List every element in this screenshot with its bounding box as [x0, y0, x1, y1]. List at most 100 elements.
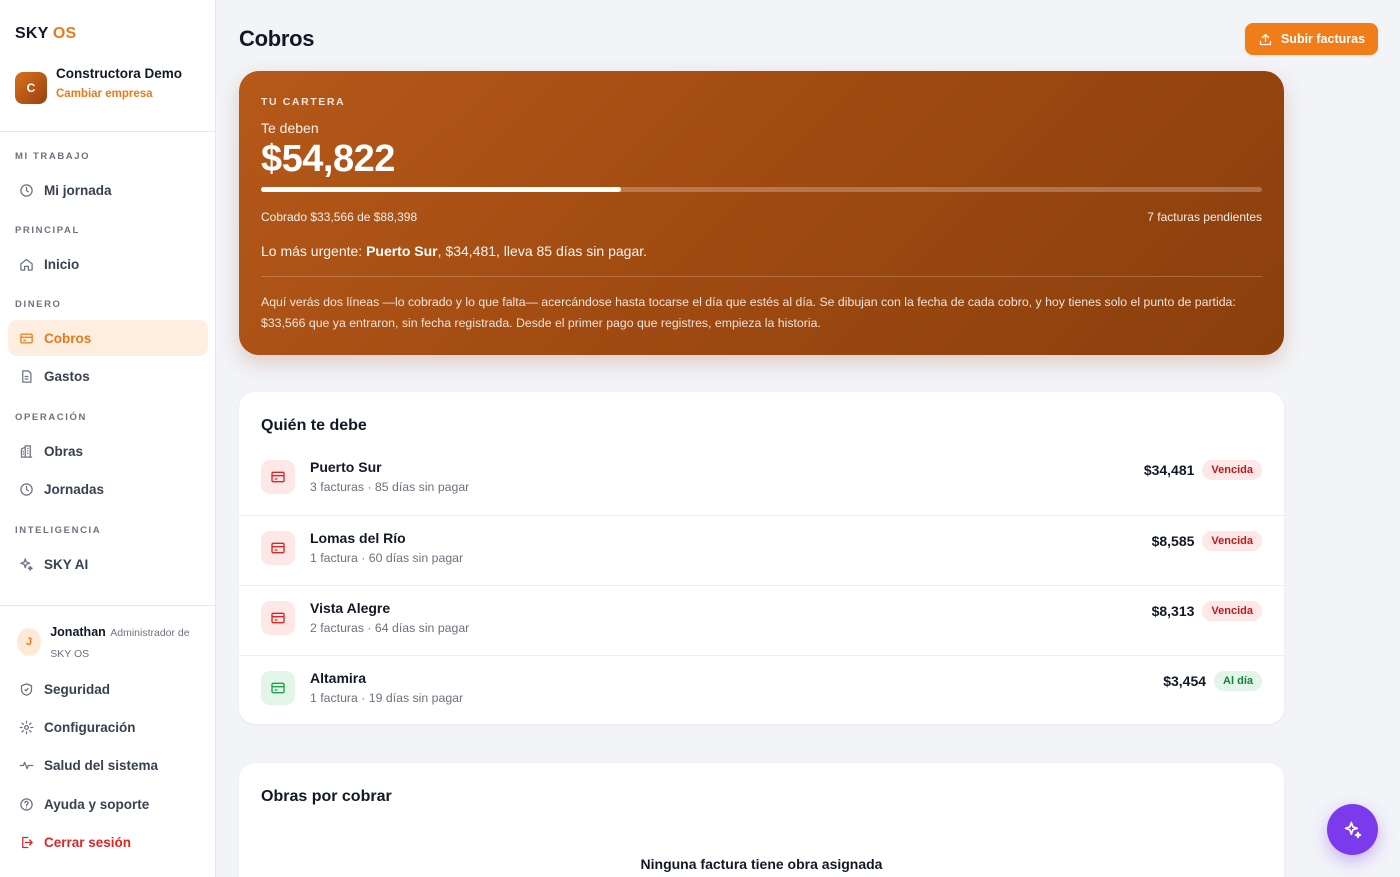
sidebar-item-label: Inicio — [44, 256, 80, 272]
section-label-mi-trabajo: MI TRABAJO — [15, 151, 91, 162]
table-row[interactable]: Lomas del Río 1 factura · 60 días sin pa… — [239, 515, 1284, 585]
sidebar-item-label: Gastos — [44, 368, 90, 384]
sidebar-item-label: Cerrar sesión — [44, 834, 132, 850]
debtors-title: Quién te debe — [261, 417, 367, 434]
client-amount: $8,585 — [1151, 533, 1195, 549]
sidebar-item-label: SKY AI — [44, 556, 89, 572]
debtors-card: Quién te debe Puerto Sur 3 facturas · 85… — [239, 392, 1284, 724]
sidebar-item-label: Mi jornada — [44, 182, 112, 198]
client-meta: 3 facturas · 85 días sin pagar — [310, 480, 470, 494]
home-icon — [18, 256, 34, 272]
status-badge: Al día — [1214, 671, 1262, 691]
sidebar-divider — [0, 605, 216, 606]
ai-assistant-button[interactable] — [1327, 804, 1378, 855]
card-icon — [261, 531, 295, 565]
portfolio-summary-card: TU CARTERA Te deben $54,822 Cobrado $33,… — [239, 71, 1284, 355]
sidebar: SKY OS C Constructora Demo Cambiar empre… — [0, 0, 216, 877]
sidebar-item-label: Seguridad — [44, 681, 111, 697]
status-badge: Vencida — [1202, 460, 1262, 480]
sidebar-item-label: Salud del sistema — [44, 758, 159, 774]
sidebar-item-label: Jornadas — [44, 481, 105, 497]
sidebar-item-label: Configuración — [44, 719, 136, 735]
status-badge: Vencida — [1202, 531, 1262, 551]
building-icon — [18, 443, 34, 459]
section-label-principal: PRINCIPAL — [15, 225, 80, 236]
sidebar-item-configuracion[interactable]: Configuración — [8, 708, 208, 746]
sidebar-item-label: Obras — [44, 443, 84, 459]
sidebar-item-inicio[interactable]: Inicio — [8, 246, 208, 282]
card-icon — [261, 671, 295, 705]
pending-invoices-count: 7 facturas pendientes — [1147, 210, 1262, 224]
brand-logo[interactable]: SKY OS — [15, 25, 76, 43]
sidebar-item-sky-ai[interactable]: SKY AI — [8, 546, 208, 582]
company-switcher[interactable]: C Constructora Demo Cambiar empresa — [15, 62, 182, 104]
logout-icon — [18, 834, 34, 850]
sidebar-item-salud-del-sistema[interactable]: Salud del sistema — [8, 747, 208, 785]
sidebar-item-cobros[interactable]: Cobros — [8, 320, 208, 356]
user-profile[interactable]: J Jonathan Administrador de SKY OS — [17, 622, 207, 664]
card-icon — [261, 460, 295, 494]
clock-icon — [18, 182, 34, 198]
account-nav: Seguridad Configuración Salud del sistem… — [0, 670, 216, 861]
company-avatar: C — [15, 72, 47, 104]
avatar: J — [17, 628, 42, 656]
table-row[interactable]: Vista Alegre 2 facturas · 64 días sin pa… — [239, 585, 1284, 655]
clock-icon — [18, 481, 34, 497]
upload-icon — [1258, 32, 1273, 47]
amount-owed: $54,822 — [261, 138, 395, 180]
sidebar-item-label: Cobros — [44, 330, 92, 346]
table-row[interactable]: Altamira 1 factura · 19 días sin pagar $… — [239, 655, 1284, 725]
empty-state-message: Ninguna factura tiene obra asignada — [640, 856, 883, 872]
sidebar-item-gastos[interactable]: Gastos — [8, 358, 208, 394]
client-amount: $3,454 — [1163, 673, 1207, 689]
sparkle-icon — [1343, 820, 1363, 840]
works-receivable-card: Obras por cobrar Ninguna factura tiene o… — [239, 763, 1284, 877]
upload-invoices-button[interactable]: Subir facturas — [1245, 23, 1378, 55]
most-urgent-client: Puerto Sur — [366, 243, 438, 259]
sidebar-item-jornadas[interactable]: Jornadas — [8, 471, 208, 507]
client-meta: 1 factura · 60 días sin pagar — [310, 551, 464, 565]
section-label-inteligencia: INTELIGENCIA — [15, 525, 102, 536]
works-title: Obras por cobrar — [261, 788, 392, 805]
client-name: Puerto Sur — [310, 459, 382, 475]
collected-summary: Cobrado $33,566 de $88,398 — [261, 210, 418, 224]
hero-divider — [261, 276, 1262, 277]
card-icon — [18, 330, 34, 346]
portfolio-label: TU CARTERA — [261, 96, 346, 108]
shield-icon — [18, 681, 34, 697]
sidebar-item-label: Ayuda y soporte — [44, 796, 150, 812]
upload-invoices-label: Subir facturas — [1280, 32, 1366, 46]
sidebar-divider — [0, 131, 216, 132]
client-amount: $34,481 — [1143, 462, 1195, 478]
client-name: Vista Alegre — [310, 600, 391, 616]
gear-icon — [18, 719, 34, 735]
collection-progress-bar — [261, 187, 1262, 192]
change-company-link[interactable]: Cambiar empresa — [56, 88, 182, 100]
portfolio-subtitle: Te deben — [261, 120, 319, 136]
client-name: Altamira — [310, 670, 367, 686]
chart-explanation-note: Aquí verás dos líneas —lo cobrado y lo q… — [261, 295, 1236, 330]
sidebar-item-cerrar-sesion[interactable]: Cerrar sesión — [8, 823, 208, 861]
section-label-dinero: DINERO — [15, 299, 62, 310]
client-meta: 2 facturas · 64 días sin pagar — [310, 621, 470, 635]
company-name: Constructora Demo — [56, 66, 183, 81]
page-title: Cobros — [239, 26, 315, 51]
sidebar-item-mi-jornada[interactable]: Mi jornada — [8, 172, 208, 208]
sidebar-item-obras[interactable]: Obras — [8, 433, 208, 469]
status-badge: Vencida — [1202, 601, 1262, 621]
collection-progress-fill — [261, 187, 622, 192]
table-row[interactable]: Puerto Sur 3 facturas · 85 días sin paga… — [239, 445, 1284, 515]
sidebar-item-seguridad[interactable]: Seguridad — [8, 670, 208, 708]
document-icon — [18, 368, 34, 384]
section-label-operacion: OPERACIÓN — [15, 412, 87, 423]
card-icon — [261, 601, 295, 635]
sidebar-nav: MI TRABAJO Mi jornada PRINCIPAL Inicio D… — [0, 150, 216, 582]
user-name: Jonathan — [50, 625, 106, 639]
pulse-icon — [18, 758, 34, 774]
sparkle-icon — [18, 556, 34, 572]
sidebar-item-ayuda-y-soporte[interactable]: Ayuda y soporte — [8, 785, 208, 823]
most-urgent-summary: Lo más urgente: Puerto Sur, $34,481, lle… — [261, 243, 648, 259]
client-meta: 1 factura · 19 días sin pagar — [310, 691, 464, 705]
client-amount: $8,313 — [1151, 603, 1195, 619]
client-name: Lomas del Río — [310, 530, 406, 546]
